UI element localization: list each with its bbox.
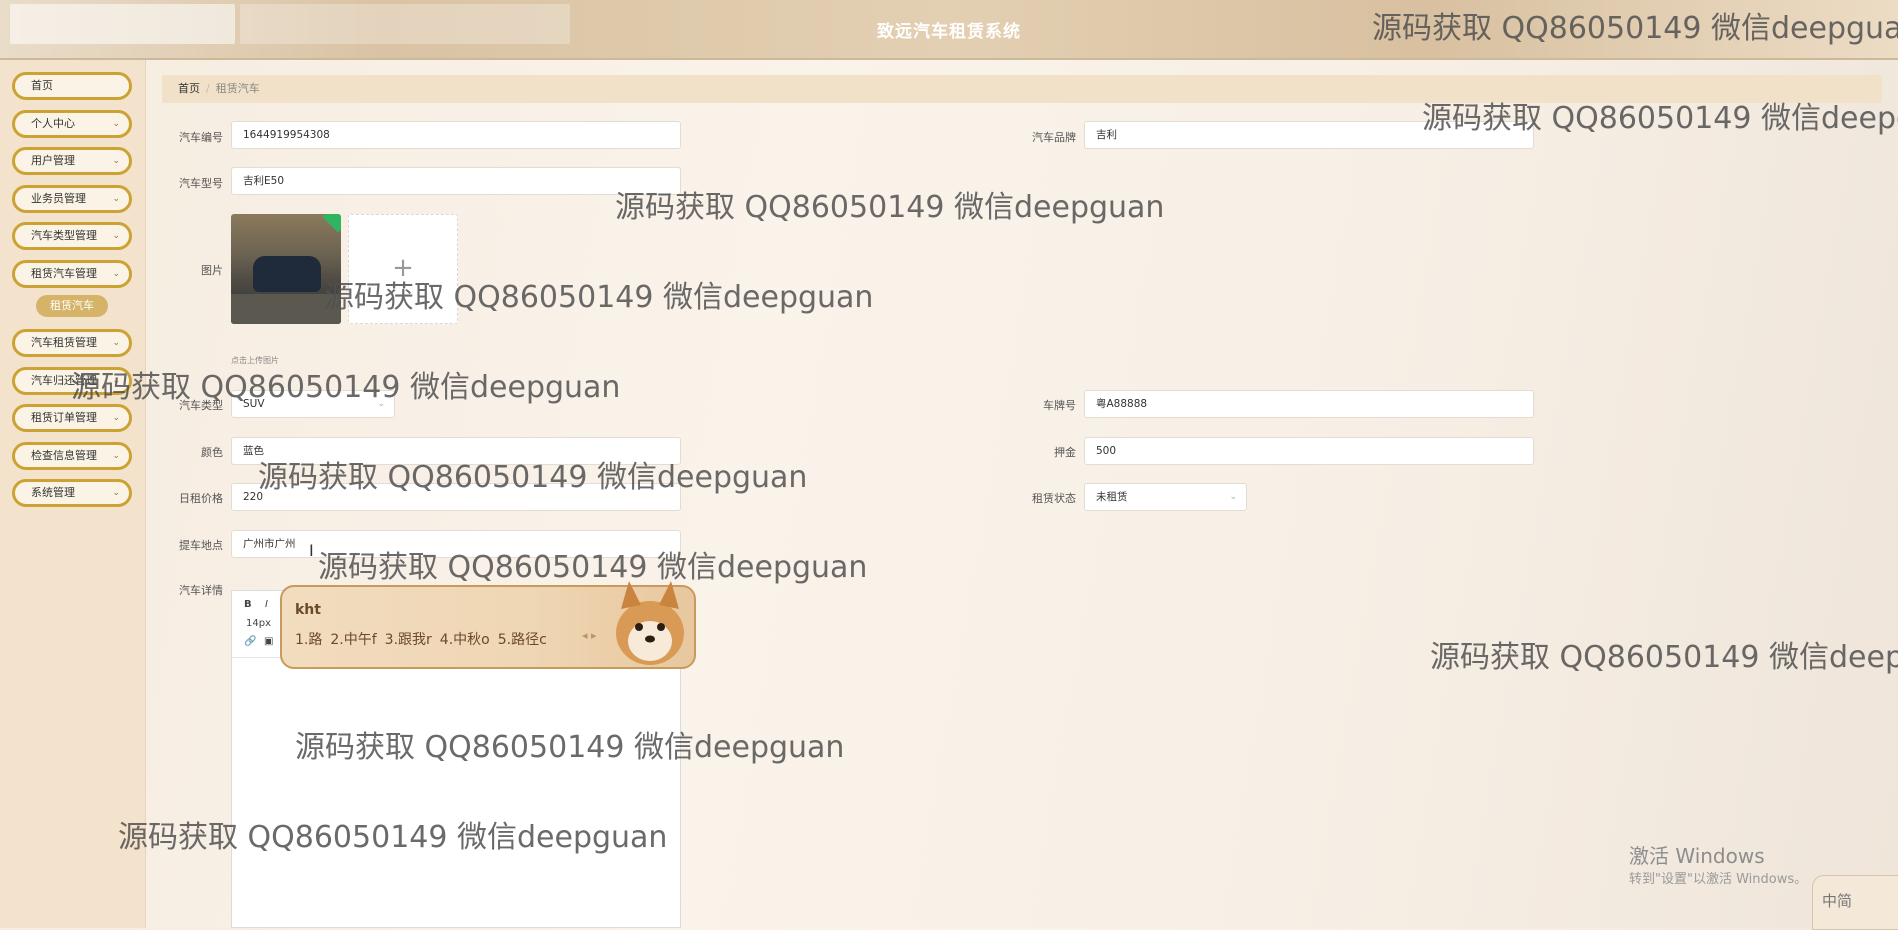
watermark: 源码获取 QQ86050149 微信deepg xyxy=(1430,640,1898,675)
upload-success-check-icon xyxy=(322,214,341,233)
sidebar-item-car-rental-management[interactable]: 汽车租赁管理 ⌄ xyxy=(12,329,132,357)
daily-price-label: 日租价格 xyxy=(179,492,223,505)
watermark: 源码获取 QQ86050149 微信deepguan xyxy=(118,820,668,855)
chevron-down-icon: ⌄ xyxy=(112,231,120,241)
car-no-label: 汽车编号 xyxy=(179,131,223,144)
sidebar-item-salesperson-management[interactable]: 业务员管理 ⌄ xyxy=(12,185,132,213)
chevron-down-icon: ⌄ xyxy=(112,194,120,204)
chevron-down-icon: ⌄ xyxy=(112,413,120,423)
watermark: 源码获取 QQ86050149 微信deepguan xyxy=(318,550,868,585)
car-no-field[interactable]: 1644919954308 xyxy=(231,121,681,149)
deposit-label: 押金 xyxy=(1054,446,1076,459)
chevron-down-icon: ⌄ xyxy=(112,119,120,129)
chevron-down-icon: ⌄ xyxy=(112,488,120,498)
rent-status-label: 租赁状态 xyxy=(1032,492,1076,505)
sidebar-item-label: 租赁订单管理 xyxy=(31,411,97,424)
image-label: 图片 xyxy=(201,264,223,277)
ime-candidate[interactable]: 1.路 xyxy=(295,632,322,648)
ime-status-indicator[interactable]: 中简 xyxy=(1812,875,1898,930)
watermark: 源码获取 QQ86050149 微信deepguan xyxy=(258,460,808,495)
chevron-down-icon: ⌄ xyxy=(1229,492,1237,502)
italic-button[interactable]: I xyxy=(265,599,268,610)
chevron-down-icon: ⌄ xyxy=(112,451,120,461)
windows-activate-title: 激活 Windows xyxy=(1629,844,1765,868)
watermark: 源码获取 QQ86050149 微信deepguan xyxy=(615,190,1165,225)
ime-candidate-popup: kht 1.路 2.中午f 3.跟我r 4.中秋o 5.路径c ◂ ▸ xyxy=(280,581,696,669)
sidebar-item-user-management[interactable]: 用户管理 ⌄ xyxy=(12,147,132,175)
link-icon[interactable]: 🔗 xyxy=(244,636,256,647)
text-cursor-icon: I xyxy=(309,541,314,560)
watermark: 源码获取 QQ86050149 微信deepg xyxy=(1422,101,1898,136)
sidebar-item-rental-car-management[interactable]: 租赁汽车管理 ⌄ xyxy=(12,260,132,288)
chevron-down-icon: ⌄ xyxy=(112,269,120,279)
bold-button[interactable]: B xyxy=(244,599,252,610)
ime-composition: kht xyxy=(295,602,321,618)
sidebar-item-label: 系统管理 xyxy=(31,486,75,499)
photo-car xyxy=(253,256,321,292)
breadcrumb-separator: / xyxy=(206,82,210,95)
ime-candidate[interactable]: 3.跟我r xyxy=(385,632,432,648)
plate-field[interactable]: 粤A88888 xyxy=(1084,390,1534,418)
sidebar-item-label: 首页 xyxy=(31,79,53,92)
ime-candidate-list: 1.路 2.中午f 3.跟我r 4.中秋o 5.路径c xyxy=(295,629,555,649)
ime-page-arrow-icon[interactable]: ◂ ▸ xyxy=(582,629,597,642)
sidebar-item-rental-order-management[interactable]: 租赁订单管理 ⌄ xyxy=(12,404,132,432)
sidebar-item-system-management[interactable]: 系统管理 ⌄ xyxy=(12,479,132,507)
plate-label: 车牌号 xyxy=(1043,399,1076,412)
watermark: 源码获取 QQ86050149 微信deepguan xyxy=(71,370,621,405)
ime-candidate[interactable]: 2.中午f xyxy=(330,632,376,648)
sidebar-item-inspection-management[interactable]: 检查信息管理 ⌄ xyxy=(12,442,132,470)
sidebar-item-label: 个人中心 xyxy=(31,117,75,130)
watermark: 源码获取 QQ86050149 微信deepguar xyxy=(1372,11,1898,46)
sidebar-item-label: 用户管理 xyxy=(31,154,75,167)
sidebar-item-label: 汽车租赁管理 xyxy=(31,336,97,349)
color-label: 颜色 xyxy=(201,446,223,459)
sidebar-item-personal-center[interactable]: 个人中心 ⌄ xyxy=(12,110,132,138)
rent-status-value: 未租赁 xyxy=(1096,491,1128,503)
windows-activate-subtitle: 转到"设置"以激活 Windows。 xyxy=(1629,872,1808,887)
model-label: 汽车型号 xyxy=(179,177,223,190)
sidebar-item-label: 汽车类型管理 xyxy=(31,229,97,242)
ime-mode-label: 中简 xyxy=(1822,892,1853,910)
chevron-down-icon: ⌄ xyxy=(112,156,120,166)
chevron-down-icon: ⌄ xyxy=(112,338,120,348)
submenu-item-rental-car[interactable]: 租赁汽车 xyxy=(36,295,108,317)
pickup-label: 提车地点 xyxy=(179,539,223,552)
model-field[interactable]: 吉利E50 xyxy=(231,167,681,195)
details-label: 汽车详情 xyxy=(179,584,223,597)
shiba-dog-icon xyxy=(616,581,684,665)
rent-status-select[interactable]: 未租赁 ⌄ xyxy=(1084,483,1247,511)
image-icon[interactable]: ▣ xyxy=(264,636,273,647)
sidebar-item-label: 租赁汽车管理 xyxy=(31,267,97,280)
sidebar-item-label: 检查信息管理 xyxy=(31,449,97,462)
font-size-select[interactable]: 14px xyxy=(246,618,271,629)
sidebar-item-car-type-management[interactable]: 汽车类型管理 ⌄ xyxy=(12,222,132,250)
ime-candidate[interactable]: 5.路径c xyxy=(498,632,547,648)
deposit-field[interactable]: 500 xyxy=(1084,437,1534,465)
breadcrumb-home[interactable]: 首页 xyxy=(178,82,200,95)
breadcrumb-current: 租赁汽车 xyxy=(215,82,260,95)
sidebar-item-home[interactable]: 首页 xyxy=(12,72,132,100)
ime-candidate[interactable]: 4.中秋o xyxy=(440,632,490,648)
sidebar-item-label: 业务员管理 xyxy=(31,192,86,205)
brand-label: 汽车品牌 xyxy=(1032,131,1076,144)
watermark: 源码获取 QQ86050149 微信deepguan xyxy=(295,730,845,765)
watermark: 源码获取 QQ86050149 微信deepguan xyxy=(324,280,874,315)
